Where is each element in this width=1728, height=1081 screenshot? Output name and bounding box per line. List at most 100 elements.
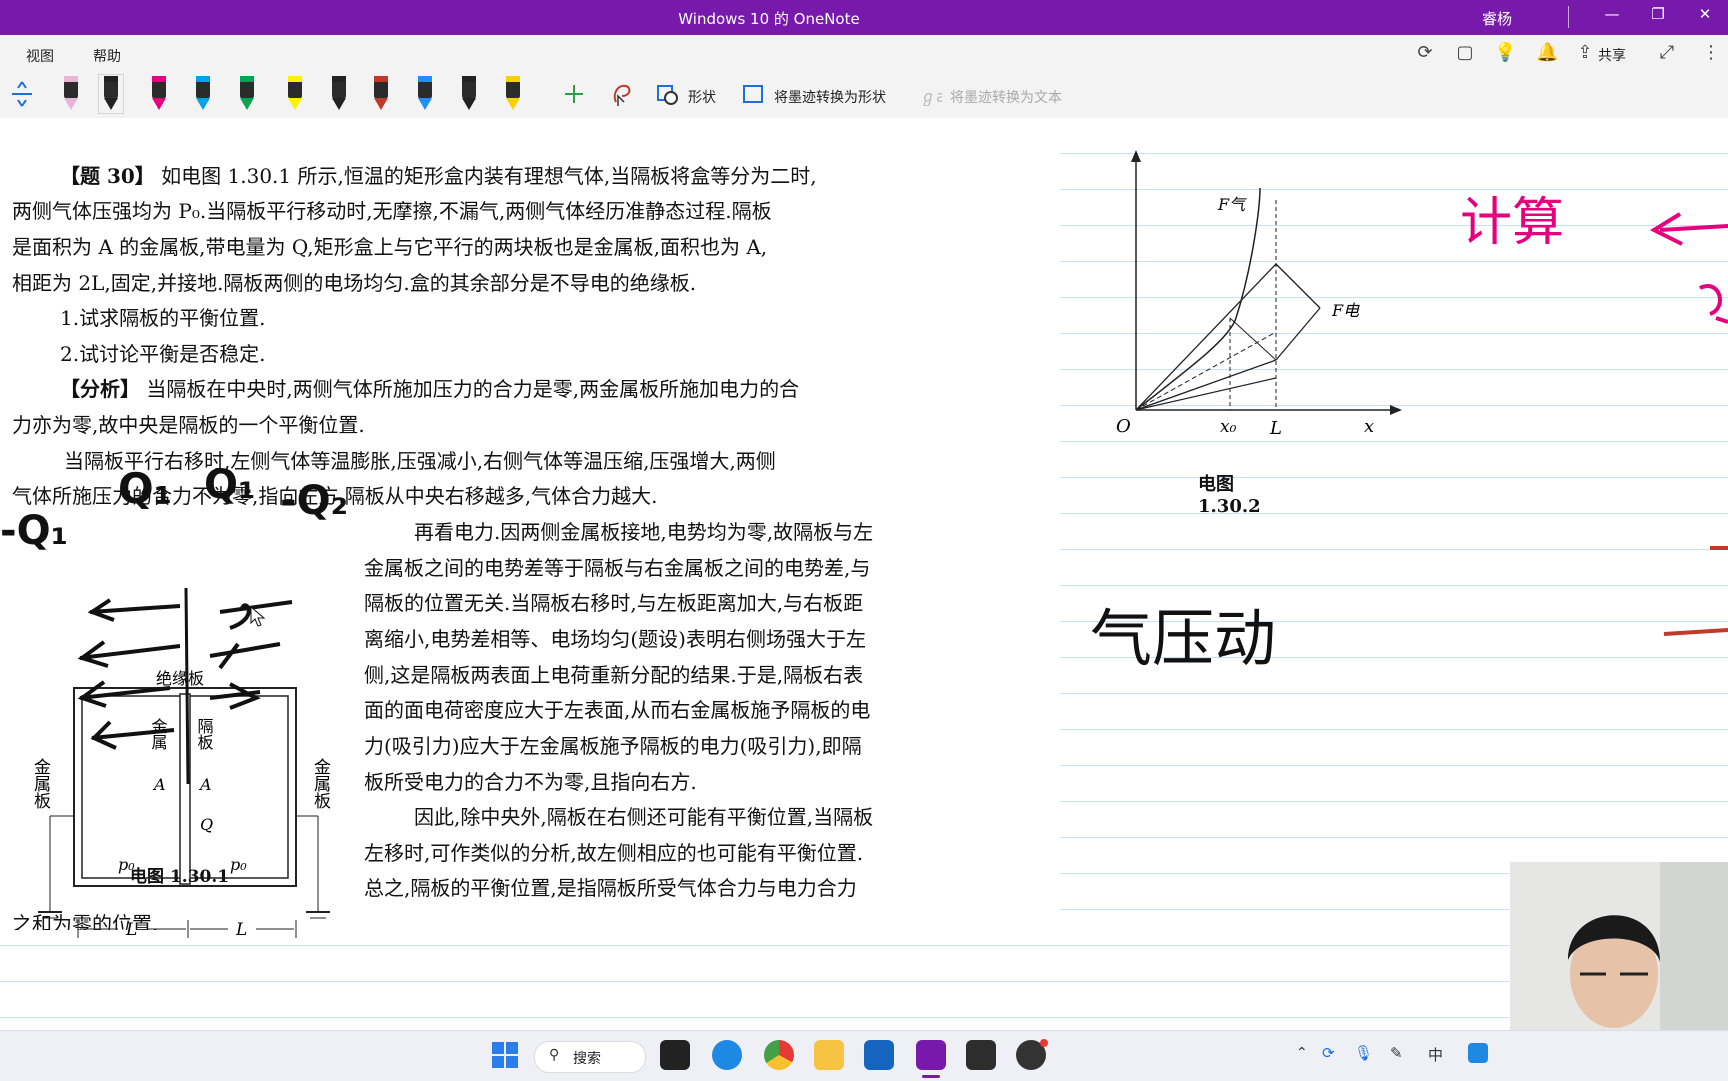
ink-charge-mid-2[interactable]: Q₁	[204, 462, 256, 508]
ink-arrows[interactable]	[70, 588, 310, 788]
fig1-length-arrows: L L	[77, 920, 297, 940]
pen-tool-9-icon[interactable]	[412, 74, 438, 114]
tray-sync-icon[interactable]: ⟳	[1322, 1044, 1335, 1062]
ink-charge-left[interactable]: -Q₁	[0, 508, 68, 554]
pen-tool-2-icon[interactable]	[98, 74, 124, 114]
fig1-charge-label: Q	[200, 815, 213, 834]
shapes-icon[interactable]	[656, 84, 680, 106]
fig2-gas-force-label: F气	[1217, 195, 1247, 214]
pen-tool-1-icon[interactable]	[58, 74, 84, 114]
search-icon: ⚲	[549, 1047, 560, 1063]
menu-help[interactable]: 帮助	[93, 46, 121, 66]
paragraph-c-line-8: 板所受电力的合力不为零,且指向右方.	[364, 770, 697, 794]
fig1-right-plate-label: 金属板	[310, 758, 331, 809]
search-label: 搜索	[573, 1051, 601, 1067]
pen-tool-11-icon[interactable]	[500, 74, 526, 114]
svg-text:ℊa: ℊa	[920, 87, 942, 106]
cursor-icon	[250, 606, 266, 627]
figure-force-graph: F气 F电 O x₀ L x	[1116, 150, 1402, 439]
restore-button[interactable]: ❐	[1638, 5, 1678, 29]
tray-ime-icon[interactable]: 中	[1428, 1044, 1443, 1065]
question-2: 2.试讨论平衡是否稳定.	[60, 342, 266, 366]
bell-icon[interactable]: 🔔	[1536, 42, 1558, 64]
mail-icon[interactable]	[864, 1040, 894, 1070]
ink-charge-mid-1[interactable]: Q₁	[118, 464, 172, 513]
shapes-button[interactable]: 形状	[688, 87, 716, 107]
fig2-x0-label: x₀	[1220, 417, 1237, 437]
fig1-length-right: L	[235, 920, 247, 940]
note-canvas[interactable]: 【题 30】 如电图 1.30.1 所示,恒温的矩形盒内装有理想气体,当隔板将盒…	[0, 118, 1728, 1030]
onenote-icon[interactable]	[916, 1040, 946, 1070]
menu-bar: 视图 帮助 ⟳ ▢ 💡 🔔 ⇪ 共享 ⤢ ⋮	[0, 35, 1728, 72]
pen-tool-4-icon[interactable]	[190, 74, 216, 114]
problem-line-1: 如电图 1.30.1 所示,恒温的矩形盒内装有理想气体,当隔板将盒等分为二时,	[161, 164, 817, 188]
pen-tool-5-icon[interactable]	[234, 74, 260, 114]
paragraph-c-line-7: 力(吸引力)应大于左金属板施予隔板的电力(吸引力),即隔	[364, 734, 862, 758]
title-separator	[1568, 6, 1569, 28]
paragraph-c-line-2: 金属板之间的电势差等于隔板与右金属板之间的电势差,与	[364, 556, 871, 580]
paragraph-d-line-3: 总之,隔板的平衡位置,是指隔板所受气体合力与电力合力	[364, 876, 857, 900]
problem-line-3: 是面积为 A 的金属板,带电量为 Q,矩形盒上与它平行的两块板也是金属板,面积也…	[12, 235, 768, 259]
pen-tool-7-icon[interactable]	[326, 74, 352, 114]
fig1-length-left: L	[125, 920, 137, 940]
analysis-tag: 【分析】	[60, 377, 140, 401]
paragraph-c-line-3: 隔板的位置无关.当隔板右移时,与左板距离加大,与右板距	[364, 591, 864, 615]
fig2-x-label: x	[1364, 416, 1374, 437]
add-pen-icon[interactable]	[562, 82, 586, 106]
pen-tool-3-icon[interactable]	[146, 74, 172, 114]
notification-dot	[1040, 1039, 1048, 1047]
problem-line-4: 相距为 2L,固定,并接地.隔板两侧的电场均匀.盒的其余部分是不导电的绝缘板.	[12, 271, 697, 295]
fig1-pressure-right: p₀	[230, 855, 247, 874]
taskbar-search[interactable]: ⚲ 搜索	[534, 1041, 646, 1073]
edge-icon[interactable]	[712, 1040, 742, 1070]
tray-pen-icon[interactable]: ✎	[1390, 1044, 1403, 1062]
tray-mic-icon[interactable]: 🎙	[1354, 1044, 1373, 1062]
title-bar: Windows 10 的 OneNote 睿杨 — ❐ ✕	[0, 0, 1728, 35]
problem-line-2: 两侧气体压强均为 P₀.当隔板平行移动时,无摩擦,不漏气,两侧气体经历准静态过程…	[12, 199, 772, 223]
minimize-button[interactable]: —	[1592, 5, 1632, 29]
onenote-active-indicator	[922, 1075, 940, 1078]
analysis-line-1: 当隔板在中央时,两侧气体所施加压力的合力是零,两金属板所施加电力的合	[146, 377, 800, 401]
close-button[interactable]: ✕	[1685, 5, 1725, 29]
window-title: Windows 10 的 OneNote	[678, 10, 860, 28]
paragraph-d-line-1: 因此,除中央外,隔板在右侧还可能有平衡位置,当隔板	[414, 805, 874, 829]
fig1-left-plate-label: 金属板	[30, 758, 51, 809]
file-explorer-icon[interactable]	[814, 1040, 844, 1070]
user-name[interactable]: 睿杨	[1482, 8, 1512, 29]
snipping-tool-icon[interactable]	[966, 1040, 996, 1070]
task-view-icon[interactable]	[660, 1040, 690, 1070]
windows-start-icon[interactable]	[490, 1040, 520, 1070]
ink-pressure-note[interactable]: 气压动	[1090, 588, 1276, 678]
share-button[interactable]: 共享	[1598, 45, 1626, 65]
pen-tool-8-icon[interactable]	[368, 74, 394, 114]
notebook-icon[interactable]: ▢	[1454, 42, 1476, 64]
ink-to-shape-icon[interactable]	[742, 84, 766, 106]
chrome-icon[interactable]	[764, 1040, 794, 1070]
draw-toolbar: 形状 将墨迹转换为形状 ℊa 将墨迹转换为文本	[0, 72, 1728, 119]
ink-charge-right[interactable]: -Q₂	[280, 478, 348, 524]
sync-icon[interactable]: ⟳	[1414, 42, 1436, 64]
fig2-electric-force-label: F电	[1331, 301, 1360, 320]
tray-chevron-icon[interactable]: ⌃	[1296, 1045, 1308, 1061]
ink-to-shape-button[interactable]: 将墨迹转换为形状	[774, 87, 886, 107]
menu-view[interactable]: 视图	[26, 46, 54, 66]
fullscreen-icon[interactable]: ⤢	[1656, 42, 1678, 64]
lightbulb-icon[interactable]: 💡	[1494, 42, 1516, 64]
pen-tool-6-icon[interactable]	[282, 74, 308, 114]
expand-icon[interactable]	[10, 80, 34, 108]
scanned-page: 【题 30】 如电图 1.30.1 所示,恒温的矩形盒内装有理想气体,当隔板将盒…	[0, 118, 1402, 940]
ink-pink-arrow[interactable]	[1640, 198, 1728, 418]
fig2-caption: 电图 1.30.2	[1198, 474, 1261, 517]
ink-calc-note[interactable]: 计算	[1460, 180, 1564, 255]
tray-app-icon[interactable]	[1468, 1043, 1488, 1063]
ink-to-text-icon: ℊa	[920, 87, 942, 106]
more-icon[interactable]: ⋮	[1700, 42, 1722, 64]
paragraph-c-line-6: 面的面电荷密度应大于左表面,从而右金属板施予隔板的电	[364, 698, 871, 722]
paragraph-c-line-5: 侧,这是隔板两表面上电荷重新分配的结果.于是,隔板右表	[364, 663, 864, 687]
problem-tag: 【题 30】	[60, 164, 155, 188]
pen-tool-10-icon[interactable]	[456, 74, 482, 114]
share-icon[interactable]: ⇪	[1574, 42, 1596, 64]
ink-red-mark[interactable]	[1660, 538, 1728, 638]
lasso-icon[interactable]	[610, 80, 634, 108]
fig1-caption: 电图 1.30.1	[130, 867, 230, 887]
